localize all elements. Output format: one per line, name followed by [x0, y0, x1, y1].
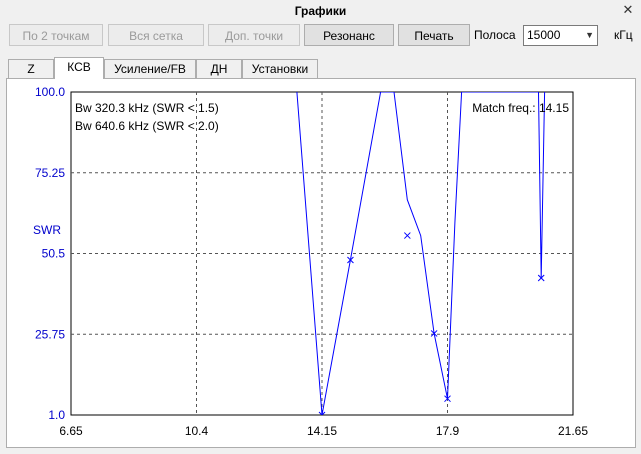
y-tick-label: 100.0 — [35, 85, 65, 99]
chevron-down-icon[interactable]: ▼ — [585, 26, 594, 45]
swr-chart: 100.0 75.25 50.5 25.75 1.0 6.65 10.4 14.15 17.9… — [33, 85, 588, 438]
x-tick-label: 14.15 — [307, 424, 337, 438]
band-value: 15000 — [527, 28, 561, 42]
title-bar: Графики ✕ — [0, 0, 641, 22]
two-points-button[interactable]: По 2 точкам — [9, 24, 103, 46]
x-tick-label: 21.65 — [558, 424, 588, 438]
tab-bar: Z КСВ Усиление/FB ДН Установки — [0, 57, 641, 79]
y-tick-label: 50.5 — [42, 247, 66, 261]
match-freq-annotation: Match freq.: 14.15 — [472, 101, 569, 115]
print-button[interactable]: Печать — [398, 24, 470, 46]
y-tick-label: 1.0 — [48, 408, 65, 422]
band-unit: кГц — [614, 28, 633, 42]
all-grid-button[interactable]: Вся сетка — [108, 24, 204, 46]
tab-settings[interactable]: Установки — [242, 59, 318, 78]
y-axis-ticks: 100.0 75.25 50.5 25.75 1.0 — [35, 85, 65, 422]
y-tick-label: 25.75 — [35, 327, 65, 341]
bandwidth-annotation-2: Bw 640.6 kHz (SWR < 2.0) — [75, 119, 219, 133]
close-icon[interactable]: ✕ — [621, 3, 635, 17]
y-tick-label: 75.25 — [35, 166, 65, 180]
x-tick-label: 6.65 — [59, 424, 83, 438]
y-axis-label: SWR — [33, 223, 61, 237]
toolbar: По 2 точкам Вся сетка Доп. точки Резонан… — [0, 24, 641, 50]
x-tick-label: 17.9 — [436, 424, 460, 438]
tab-pattern[interactable]: ДН — [196, 59, 242, 78]
x-tick-label: 10.4 — [185, 424, 209, 438]
tab-z[interactable]: Z — [8, 59, 54, 78]
band-select[interactable]: 15000 ▼ — [523, 25, 598, 46]
extra-points-button[interactable]: Доп. точки — [208, 24, 300, 46]
tab-gain-fb[interactable]: Усиление/FB — [104, 59, 196, 78]
resonance-button[interactable]: Резонанс — [304, 24, 394, 46]
window-title: Графики — [294, 4, 347, 18]
swr-chart-panel: 100.0 75.25 50.5 25.75 1.0 6.65 10.4 14.15 17.9… — [6, 78, 636, 448]
bandwidth-annotation-1: Bw 320.3 kHz (SWR < 1.5) — [75, 101, 219, 115]
band-label: Полоса — [474, 28, 516, 42]
x-axis-ticks: 6.65 10.4 14.15 17.9 21.65 — [59, 424, 588, 438]
tab-swr[interactable]: КСВ — [54, 57, 104, 79]
